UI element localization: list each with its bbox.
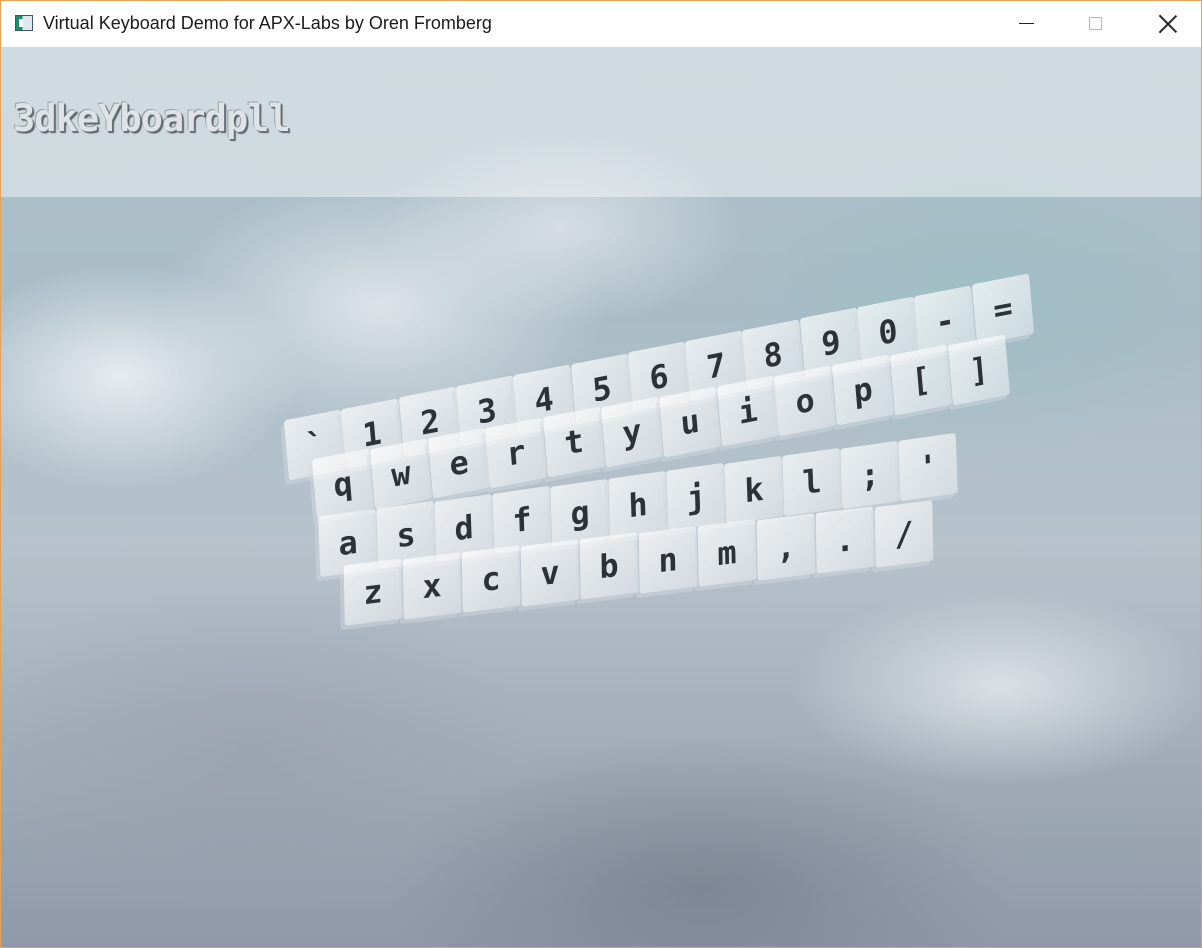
key-home-7[interactable]: k — [724, 455, 784, 524]
key-bottom-0[interactable]: z — [343, 558, 403, 626]
maximize-button[interactable] — [1061, 1, 1131, 47]
app-window: Virtual Keyboard Demo for APX-Labs by Or… — [0, 0, 1202, 948]
key-top-9[interactable]: p — [832, 354, 895, 426]
key-home-8[interactable]: l — [782, 448, 842, 517]
key-top-5[interactable]: y — [600, 396, 664, 468]
title-bar[interactable]: Virtual Keyboard Demo for APX-Labs by Or… — [1, 1, 1201, 47]
close-icon — [1157, 13, 1179, 35]
key-top-2[interactable]: e — [427, 427, 490, 499]
key-bottom-8[interactable]: . — [815, 506, 875, 574]
key-top-3[interactable]: r — [485, 417, 548, 489]
key-bottom-4[interactable]: b — [579, 532, 639, 600]
key-top-6[interactable]: u — [658, 386, 721, 458]
window-title: Virtual Keyboard Demo for APX-Labs by Or… — [43, 13, 492, 33]
key-home-10[interactable]: ' — [898, 432, 958, 502]
key-bottom-3[interactable]: v — [520, 538, 580, 607]
key-bottom-7[interactable]: , — [756, 512, 816, 581]
virtual-keyboard: ` 1 2 3 4 5 6 7 8 9 0- = q w e r t y u i o p[] a s d f g h j k l; ' z x c v… — [1, 47, 1201, 947]
app-icon — [15, 15, 33, 31]
key-top-7[interactable]: i — [716, 375, 779, 447]
key-top-1[interactable]: w — [369, 438, 432, 510]
close-button[interactable] — [1131, 1, 1201, 47]
key-top-11[interactable]: ] — [947, 334, 1010, 406]
key-home-5[interactable]: h — [608, 470, 668, 540]
3d-viewport[interactable]: 3dkeYboardpll ` 1 2 3 4 5 6 7 8 9 0- = q w e r t y u i o p[] a… — [1, 47, 1201, 947]
key-home-9[interactable]: ; — [840, 440, 900, 509]
key-top-8[interactable]: o — [774, 365, 837, 437]
key-bottom-1[interactable]: x — [402, 551, 462, 620]
key-bottom-5[interactable]: n — [638, 525, 698, 594]
key-bottom-9[interactable]: / — [874, 499, 934, 568]
minimize-icon — [1019, 23, 1034, 24]
maximize-icon — [1089, 17, 1102, 30]
minimize-button[interactable] — [991, 1, 1061, 47]
key-bottom-6[interactable]: m — [697, 519, 757, 587]
key-home-6[interactable]: j — [666, 463, 726, 532]
key-top-0[interactable]: q — [311, 448, 375, 520]
key-bottom-2[interactable]: c — [461, 545, 521, 613]
key-top-10[interactable]: [ — [889, 344, 953, 416]
key-top-4[interactable]: t — [543, 406, 606, 478]
